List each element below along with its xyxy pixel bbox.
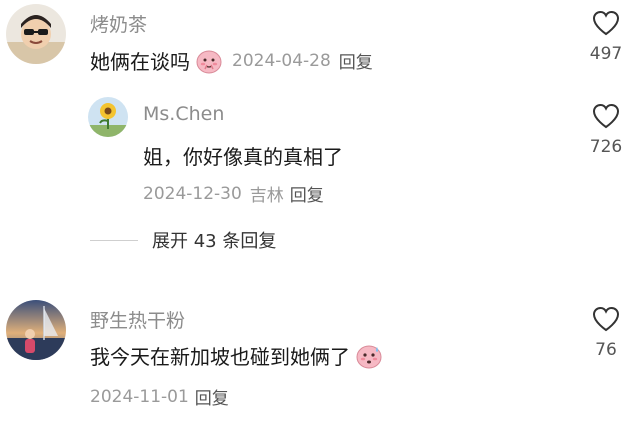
like-button[interactable]: 726 — [576, 103, 636, 157]
user-avatar-image — [88, 97, 128, 137]
user-avatar-image — [6, 300, 66, 360]
heart-icon — [592, 306, 620, 332]
avatar[interactable] — [6, 4, 66, 64]
heart-icon — [592, 103, 620, 129]
reply-button[interactable]: 回复 — [290, 181, 324, 206]
reply-button[interactable]: 回复 — [195, 384, 229, 409]
user-avatar-image — [6, 4, 66, 64]
comment-username[interactable]: 烤奶茶 — [90, 10, 147, 37]
comment-text: 她俩在谈吗 2024-04-28 回复 — [90, 46, 373, 75]
comment-text-content: 我今天在新加坡也碰到她俩了 — [90, 345, 350, 369]
avatar[interactable] — [88, 97, 128, 137]
comment-date: 2024-11-01 — [90, 386, 189, 407]
divider-line — [90, 239, 138, 241]
comment-date: 2024-04-28 — [232, 50, 331, 71]
comment-meta: 2024-12-30 吉林 回复 — [143, 181, 324, 207]
heart-icon — [592, 10, 620, 36]
reply-button[interactable]: 回复 — [339, 48, 373, 73]
like-count: 497 — [589, 44, 623, 64]
comment-text: 我今天在新加坡也碰到她俩了 — [90, 341, 382, 370]
comment-username[interactable]: 野生热干粉 — [90, 306, 185, 333]
sweat-face-emoji-icon — [356, 345, 382, 368]
like-button[interactable]: 497 — [576, 10, 636, 64]
like-count: 726 — [589, 137, 623, 157]
comment-location: 吉林 — [249, 186, 284, 206]
comment-text-content: 姐，你好像真的真相了 — [143, 145, 343, 169]
comment-meta: 2024-11-01 回复 — [90, 384, 229, 410]
comment-username[interactable]: Ms.Chen — [143, 103, 224, 125]
shy-face-emoji-icon — [196, 50, 222, 73]
comment-text: 姐，你好像真的真相了 — [143, 141, 343, 170]
avatar[interactable] — [6, 300, 66, 360]
like-count: 76 — [595, 340, 617, 360]
expand-replies-label: 展开 43 条回复 — [152, 231, 277, 252]
expand-replies-button[interactable]: 展开 43 条回复 — [90, 227, 276, 253]
like-button[interactable]: 76 — [576, 306, 636, 360]
comment-text-content: 她俩在谈吗 — [90, 50, 190, 74]
comment-list: 烤奶茶 她俩在谈吗 2024-04-28 回复 497 Ms.Chen 姐，你好… — [0, 0, 640, 426]
comment-date: 2024-12-30 — [143, 183, 242, 204]
